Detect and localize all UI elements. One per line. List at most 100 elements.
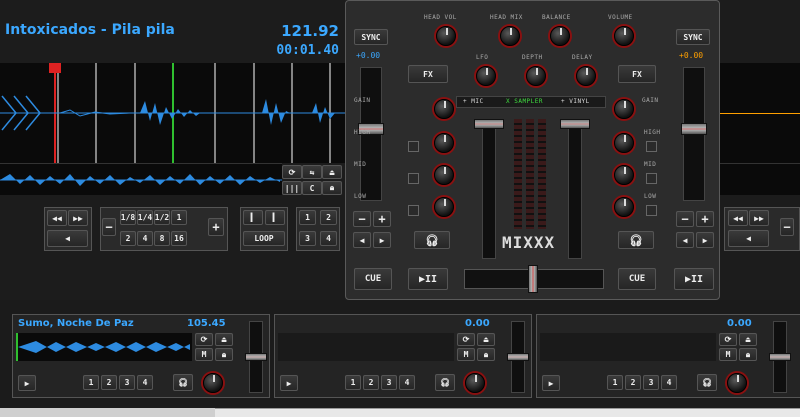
deck1-loop-size-2[interactable]: 2 — [120, 231, 136, 246]
sampler-1-waveform[interactable] — [16, 333, 192, 361]
deck1-high-kill[interactable] — [408, 141, 419, 152]
deck1-low-kill[interactable] — [408, 205, 419, 216]
crossfader-handle[interactable] — [528, 265, 538, 293]
volume-knob[interactable] — [614, 26, 634, 46]
sampler-3-pad-4[interactable]: 4 — [661, 375, 677, 390]
depth-knob[interactable] — [526, 66, 546, 86]
deck2-rewind-button[interactable]: ◀◀ — [728, 210, 748, 226]
channel-sampler-label[interactable]: X SAMPLER — [506, 98, 543, 105]
deck1-reverse-button[interactable]: ⇆ — [302, 165, 322, 179]
sampler-3-repeat-button[interactable]: ⟳ — [719, 333, 737, 346]
sampler-1-eject-button[interactable]: ⏏ — [215, 333, 233, 346]
sampler-2-pad-4[interactable]: 4 — [399, 375, 415, 390]
deck1-fx-button[interactable]: FX — [408, 65, 448, 83]
sampler-1-lock-button[interactable]: 🔒︎ — [215, 348, 233, 361]
deck2-low-knob[interactable] — [614, 197, 634, 217]
deck2-high-knob[interactable] — [614, 133, 634, 153]
deck1-gain-knob[interactable] — [434, 99, 454, 119]
head-vol-knob[interactable] — [436, 26, 456, 46]
deck2-fx-button[interactable]: FX — [618, 65, 656, 83]
deck2-nudge-left[interactable]: ◀ — [676, 232, 694, 248]
deck1-sync-button[interactable]: SYNC — [354, 29, 388, 45]
sampler-2-lock-button[interactable]: 🔒︎ — [477, 348, 495, 361]
deck1-eject-button[interactable]: ⏏ — [322, 165, 342, 179]
deck2-pitch-fader[interactable] — [681, 123, 707, 135]
deck1-volume-fader[interactable] — [474, 119, 504, 129]
deck1-low-knob[interactable] — [434, 197, 454, 217]
sampler-3-pad-3[interactable]: 3 — [643, 375, 659, 390]
sampler-2-play-button[interactable]: ▶ — [280, 375, 298, 391]
sampler-3-pad-2[interactable]: 2 — [625, 375, 641, 390]
sampler-2-volume-fader[interactable] — [507, 353, 529, 361]
sampler-1-pad-1[interactable]: 1 — [83, 375, 99, 390]
sampler-3-volume-fader[interactable] — [769, 353, 791, 361]
sampler-1-keylock-button[interactable]: M — [195, 348, 213, 361]
deck2-waveform[interactable] — [720, 63, 800, 163]
sampler-1-pad-4[interactable]: 4 — [137, 375, 153, 390]
deck1-rewind-button[interactable]: ◀◀ — [47, 210, 67, 226]
deck1-loop-button[interactable]: LOOP — [243, 231, 285, 246]
lfo-knob[interactable] — [476, 66, 496, 86]
deck1-loop-size-4[interactable]: 4 — [137, 231, 153, 246]
sampler-3-pad-1[interactable]: 1 — [607, 375, 623, 390]
deck1-loop-size-8[interactable]: 8 — [154, 231, 170, 246]
sampler-1-pad-2[interactable]: 2 — [101, 375, 117, 390]
deck1-pitch-minus[interactable]: − — [353, 211, 371, 227]
deck1-nudge-left[interactable]: ◀ — [353, 232, 371, 248]
deck1-high-knob[interactable] — [434, 133, 454, 153]
deck1-loop-size-1[interactable]: 1 — [171, 210, 187, 225]
deck1-loop-plus-button[interactable]: + — [208, 218, 224, 236]
sampler-3-headphone-button[interactable]: 🎧︎ — [697, 374, 717, 391]
deck2-nudge-right[interactable]: ▶ — [696, 232, 714, 248]
deck2-gain-knob[interactable] — [614, 99, 634, 119]
deck1-nudge-right[interactable]: ▶ — [373, 232, 391, 248]
deck2-high-kill[interactable] — [646, 141, 657, 152]
deck1-cue-button[interactable]: CUE — [354, 268, 392, 290]
deck2-pitch-plus[interactable]: + — [696, 211, 714, 227]
deck2-overview[interactable] — [720, 163, 800, 195]
deck1-overview[interactable] — [0, 163, 282, 195]
sampler-1-repeat-button[interactable]: ⟳ — [195, 333, 213, 346]
deck1-loop-in-button[interactable]: ▍ — [243, 210, 263, 225]
deck2-pitch-minus[interactable]: − — [676, 211, 694, 227]
sampler-3-eject-button[interactable]: ⏏ — [739, 333, 757, 346]
deck2-mid-kill[interactable] — [646, 173, 657, 184]
balance-knob[interactable] — [550, 26, 570, 46]
deck1-loop-minus-button[interactable]: − — [102, 218, 116, 236]
sampler-2-eject-button[interactable]: ⏏ — [477, 333, 495, 346]
deck2-sync-button[interactable]: SYNC — [676, 29, 710, 45]
sampler-2-pad-2[interactable]: 2 — [363, 375, 379, 390]
deck2-fastforward-button[interactable]: ▶▶ — [749, 210, 769, 226]
deck2-loop-minus-button[interactable]: − — [780, 218, 794, 236]
deck1-back-button[interactable]: ◀ — [47, 230, 88, 247]
sampler-2-waveform[interactable] — [278, 333, 454, 361]
deck1-lock-button[interactable]: 🔒︎ — [322, 181, 342, 195]
deck1-waveform[interactable] — [0, 63, 345, 163]
sampler-2-headphone-button[interactable]: 🎧︎ — [435, 374, 455, 391]
deck1-fastforward-button[interactable]: ▶▶ — [68, 210, 88, 226]
sampler-1-pad-3[interactable]: 3 — [119, 375, 135, 390]
deck2-mid-knob[interactable] — [614, 165, 634, 185]
sampler-1-volume-fader[interactable] — [245, 353, 267, 361]
deck1-loop-out-button[interactable]: ▍ — [265, 210, 285, 225]
sampler-1-gain-knob[interactable] — [203, 373, 223, 393]
deck1-hotcue-2[interactable]: 2 — [320, 210, 337, 225]
deck1-keylock-button[interactable]: ||| — [282, 181, 302, 195]
sampler-1-play-button[interactable]: ▶ — [18, 375, 36, 391]
deck1-hotcue-4[interactable]: 4 — [320, 231, 337, 246]
sampler-2-pad-3[interactable]: 3 — [381, 375, 397, 390]
deck1-hotcue-1[interactable]: 1 — [299, 210, 316, 225]
deck1-quantize-button[interactable]: C — [302, 181, 322, 195]
deck2-low-kill[interactable] — [646, 205, 657, 216]
deck1-pitch-plus[interactable]: + — [373, 211, 391, 227]
deck1-loop-size-1-8[interactable]: 1/8 — [120, 210, 136, 225]
sampler-3-play-button[interactable]: ▶ — [542, 375, 560, 391]
channel-vinyl-label[interactable]: + VINYL — [561, 98, 590, 105]
sampler-2-keylock-button[interactable]: M — [457, 348, 475, 361]
sampler-2-repeat-button[interactable]: ⟳ — [457, 333, 475, 346]
deck1-loop-size-16[interactable]: 16 — [171, 231, 187, 246]
sampler-2-pad-1[interactable]: 1 — [345, 375, 361, 390]
deck2-play-button[interactable]: ▶II — [674, 268, 714, 290]
channel-mic-label[interactable]: + MIC — [463, 98, 484, 105]
deck2-cue-button[interactable]: CUE — [618, 268, 656, 290]
